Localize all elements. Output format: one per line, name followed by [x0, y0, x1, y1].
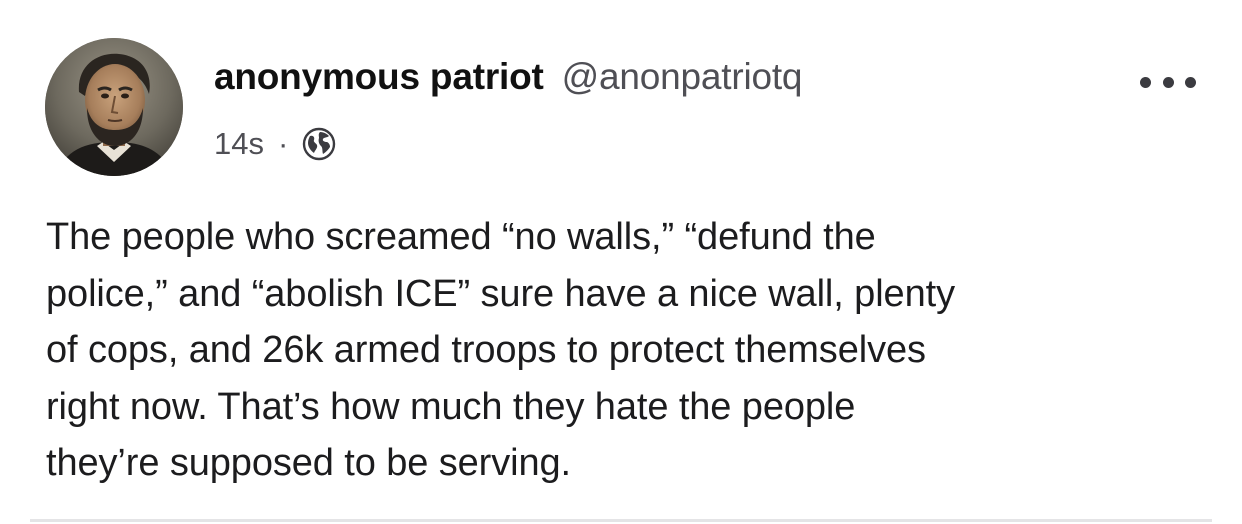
author-line: anonymous patriot @anonpatriotq [214, 56, 803, 108]
post-body: The people who screamed “no walls,” “def… [46, 209, 1206, 492]
post-body-line: The people who screamed “no walls,” “def… [46, 216, 876, 258]
ellipsis-dot [1185, 76, 1196, 88]
post-card: anonymous patriot @anonpatriotq 14s · Th… [0, 0, 1242, 524]
post-meta: 14s · [214, 122, 336, 166]
post-divider [30, 519, 1212, 522]
globe-icon [302, 127, 336, 161]
post-timestamp[interactable]: 14s [214, 126, 264, 162]
more-options-button[interactable] [1140, 68, 1196, 96]
meta-separator: · [277, 126, 289, 161]
avatar[interactable] [45, 38, 183, 176]
post-body-line: right now. That’s how much they hate the… [46, 385, 856, 428]
post-body-line: police,” and “abolish ICE” sure have a n… [46, 272, 955, 315]
author-handle[interactable]: @anonpatriotq [562, 56, 803, 98]
post-body-line: of cops, and 26k armed troops to protect… [46, 329, 926, 371]
ellipsis-dot [1162, 76, 1174, 88]
ellipsis-dot [1140, 76, 1151, 88]
post-body-line: they’re supposed to be serving. [46, 442, 572, 484]
portrait-icon [45, 38, 183, 176]
author-display-name[interactable]: anonymous patriot [214, 56, 544, 98]
